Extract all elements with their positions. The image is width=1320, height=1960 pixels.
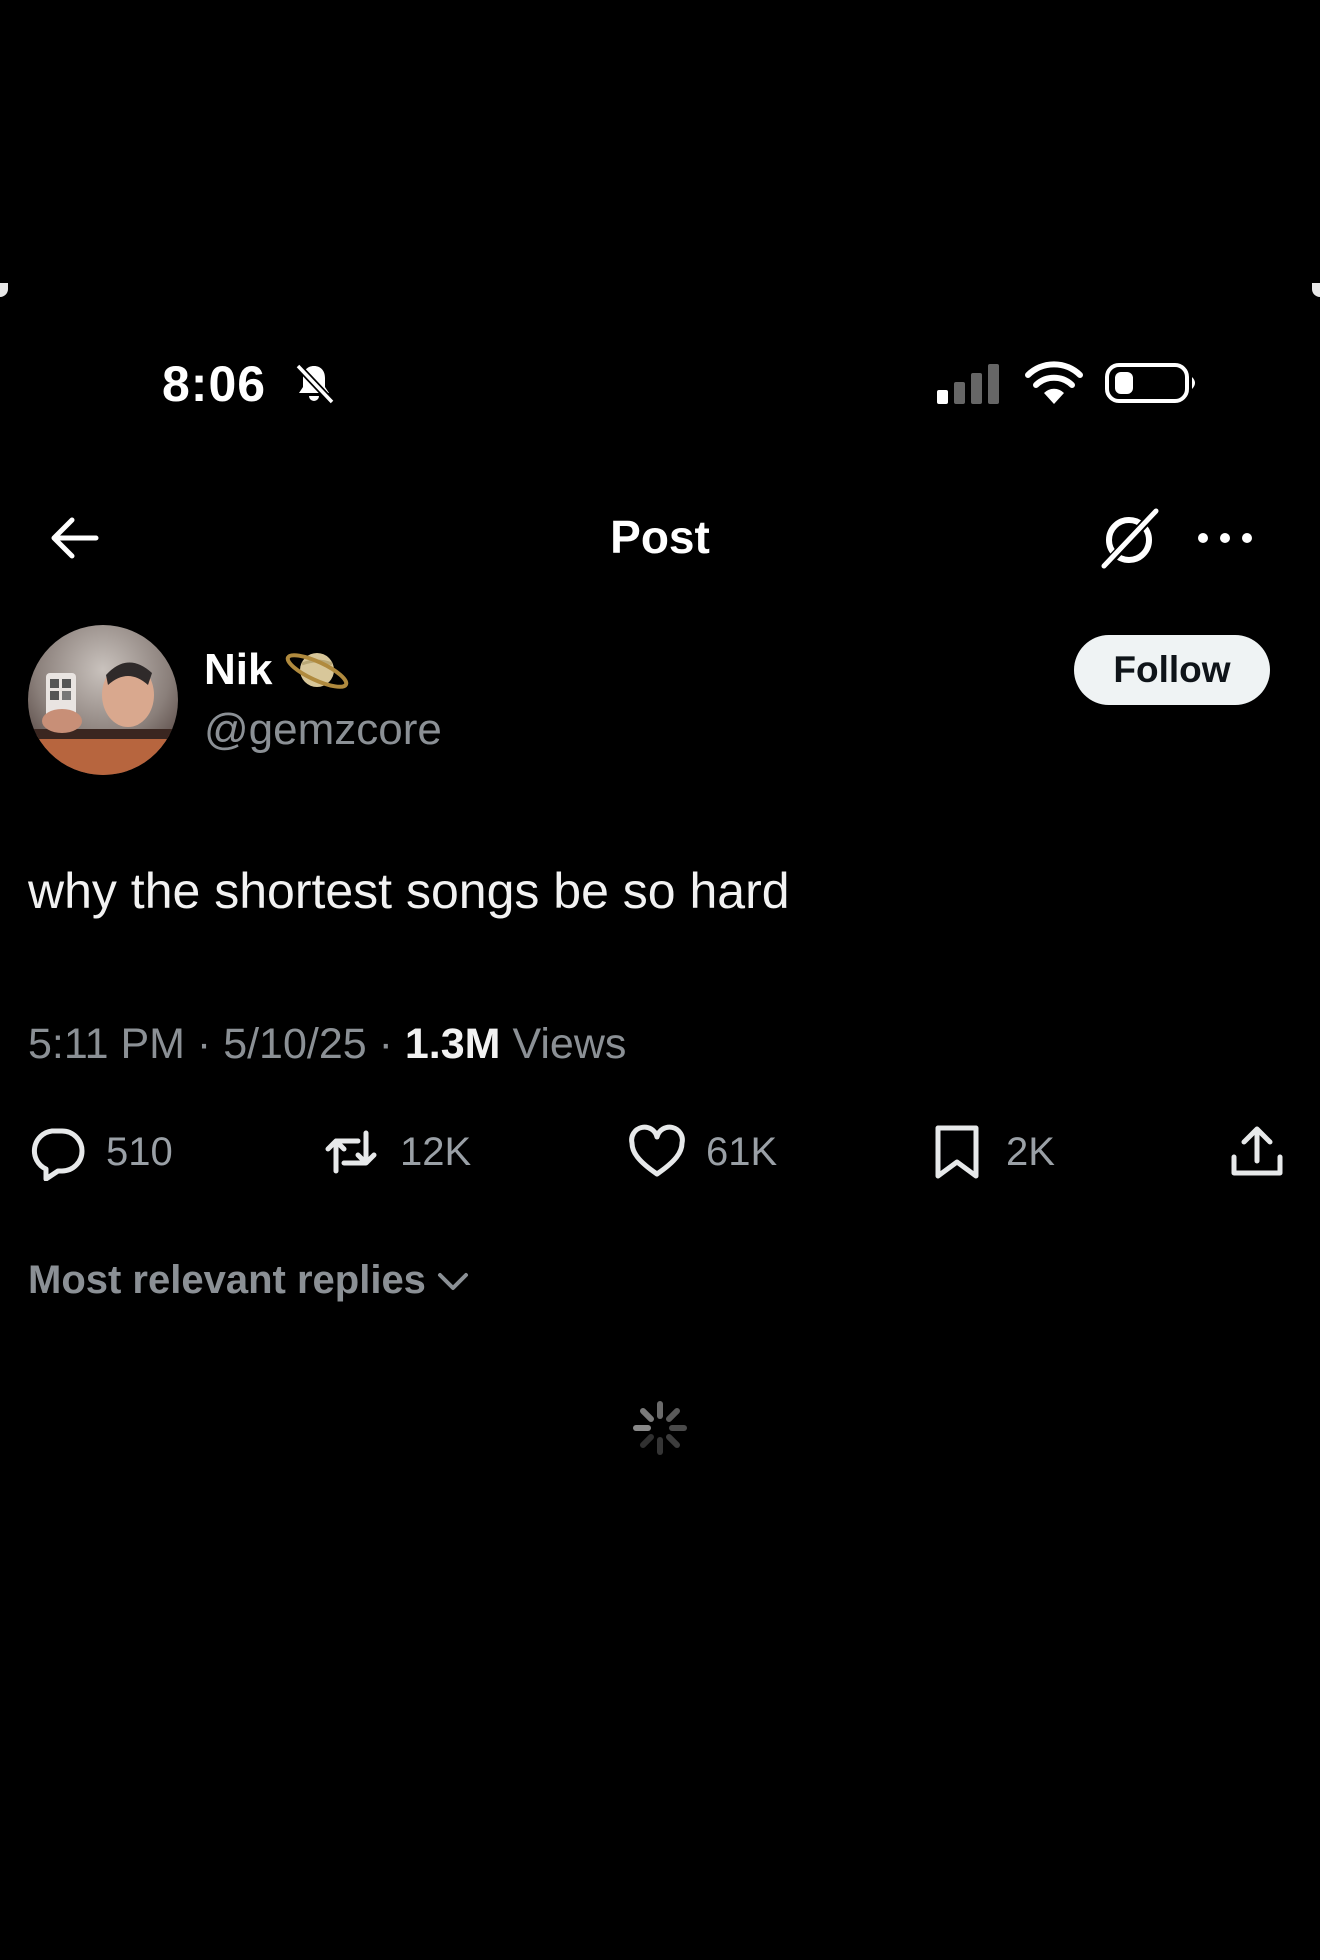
loading-spinner-icon bbox=[633, 1401, 687, 1455]
share-button[interactable] bbox=[1228, 1122, 1286, 1182]
author-handle[interactable]: @gemzcore bbox=[204, 705, 442, 755]
share-icon bbox=[1231, 1126, 1283, 1176]
planet-emoji-icon bbox=[286, 653, 349, 689]
avatar-image bbox=[28, 625, 178, 775]
chevron-down-icon bbox=[437, 1272, 468, 1290]
bell-slash-icon bbox=[295, 363, 335, 405]
screen-corner-left bbox=[0, 283, 8, 297]
repost-button[interactable]: 12K bbox=[322, 1122, 471, 1182]
reply-button[interactable]: 510 bbox=[28, 1122, 173, 1182]
top-black-band bbox=[0, 0, 1320, 290]
author-name[interactable]: Nik bbox=[204, 645, 272, 695]
author-name-row: Nik bbox=[204, 640, 352, 700]
views-count[interactable]: 1.3M bbox=[405, 1020, 501, 1068]
follow-button[interactable]: Follow bbox=[1074, 635, 1270, 705]
repost-count: 12K bbox=[400, 1129, 472, 1174]
replies-sort-dropdown[interactable]: Most relevant replies bbox=[28, 1258, 472, 1303]
meta-separator: · bbox=[378, 1020, 405, 1068]
like-count: 61K bbox=[706, 1129, 778, 1174]
like-icon bbox=[629, 1124, 685, 1177]
avatar[interactable] bbox=[28, 625, 178, 775]
repost-icon bbox=[325, 1130, 377, 1174]
status-time: 8:06 bbox=[162, 356, 267, 412]
post-date[interactable]: 5/10/25 bbox=[223, 1020, 366, 1068]
screen-corner-right bbox=[1312, 283, 1320, 297]
views-label: Views bbox=[512, 1020, 627, 1068]
post-text: why the shortest songs be so hard bbox=[28, 863, 790, 919]
bookmark-icon bbox=[935, 1125, 979, 1179]
replies-sort-label: Most relevant replies bbox=[28, 1258, 426, 1302]
battery-icon bbox=[1105, 363, 1195, 403]
meta-separator: · bbox=[196, 1020, 224, 1068]
reply-count: 510 bbox=[106, 1129, 173, 1174]
more-icon[interactable] bbox=[1193, 518, 1257, 558]
reply-icon bbox=[31, 1128, 85, 1181]
bookmark-count: 2K bbox=[1006, 1129, 1055, 1174]
grok-icon[interactable] bbox=[1096, 505, 1162, 571]
post-meta: 5:11 PM · 5/10/25 · 1.3M Views bbox=[28, 1020, 626, 1069]
signal-icon bbox=[937, 364, 999, 404]
wifi-icon bbox=[1025, 361, 1083, 404]
post-time[interactable]: 5:11 PM bbox=[28, 1020, 185, 1068]
bookmark-button[interactable]: 2K bbox=[928, 1122, 1055, 1182]
like-button[interactable]: 61K bbox=[628, 1122, 777, 1182]
